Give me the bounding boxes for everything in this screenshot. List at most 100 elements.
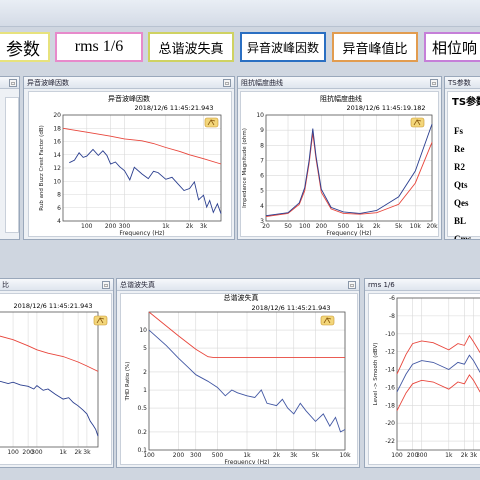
impedance-timestamp: 2018/12/6 11:45:19.182 <box>346 104 425 112</box>
crest-xlabel: Frequency (Hz) <box>119 230 164 236</box>
impedance-ytick-label: 3 <box>260 218 264 225</box>
thd-ytick-label: 0.5 <box>137 405 147 412</box>
rms-panel: rms 1/6 100 200 300 1k 2k 3k -22 -20 -18 -16 -14 -1… <box>364 278 480 468</box>
impedance-panel-close-icon[interactable]: ▫ <box>430 79 438 87</box>
impedance-xtick-label: 2k <box>373 223 381 230</box>
tab-rms[interactable]: rms 1/6 <box>55 32 143 62</box>
thd-xtick-label: 3k <box>290 452 298 459</box>
thd-plot-area: 总谐波失真 2018/12/6 11:45:21.943 100 200 300 50… <box>120 293 358 466</box>
impedance-xtick-label: 5k <box>395 223 403 230</box>
ratio-series-1 <box>0 380 99 437</box>
ts-params-panel: TS参数 TS参数 Fs Re R2 Qts Qes BL Cms <box>444 76 480 240</box>
tab-ratio-label: 异音峰值比 <box>342 41 408 57</box>
ts-content: TS参数 Fs Re R2 Qts Qes BL Cms <box>447 91 480 240</box>
ratio-panel-close-icon[interactable]: ▫ <box>102 281 110 289</box>
tab-phase[interactable]: 相位响 <box>424 32 480 62</box>
rms-ytick-label: -12 <box>385 349 395 356</box>
rms-ylabel: Level -> Smooth (dBV) <box>373 343 379 406</box>
impedance-ytick-label: 10 <box>256 112 264 119</box>
ratio-xtick-label: 3k <box>83 449 91 456</box>
impedance-ytick-label: 5 <box>260 188 264 195</box>
crest-ytick-label: 18 <box>53 125 61 132</box>
tab-params-label: 参数 <box>6 39 40 60</box>
crest-ytick-label: 4 <box>57 218 61 225</box>
impedance-panel: 阻抗幅度曲线 ▫ 阻抗幅度曲线 2018/12/6 11:45:19.182 2… <box>237 76 442 240</box>
rms-ytick-label: -8 <box>389 313 395 320</box>
rms-xtick-label: 1k <box>445 452 453 459</box>
rms-ytick-label: -22 <box>385 438 395 445</box>
crest-xtick-label: 3k <box>200 223 208 230</box>
crest-ytick-label: 6 <box>57 205 61 212</box>
left-panel-content <box>5 97 19 233</box>
crest-factor-panel: 异音波峰因数 ▫ 异音波峰因数 2018/12/6 11:45:21.943 1… <box>23 76 235 240</box>
crest-ytick-label: 10 <box>53 178 61 185</box>
rms-panel-header: rms 1/6 <box>365 279 480 291</box>
impedance-panel-header: 阻抗幅度曲线 <box>238 77 441 89</box>
thd-xlabel: Frequency (Hz) <box>224 459 269 464</box>
thd-ytick-label: 2 <box>143 369 147 376</box>
crest-ylabel: Rub and Buzz Crest Factor (dB) <box>39 125 45 210</box>
crest-panel-close-icon[interactable]: ▫ <box>223 79 231 87</box>
ts-title: TS参数 <box>452 97 480 108</box>
thd-chart: 总谐波失真 2018/12/6 11:45:21.943 100 200 300 50… <box>125 293 351 466</box>
tab-peak-ratio[interactable]: 异音峰值比 <box>332 32 418 62</box>
impedance-ytick-label: 4 <box>260 203 264 210</box>
tab-params[interactable]: 参数 <box>0 32 50 62</box>
peak-ratio-chart: 2018/12/6 11:45:21.943 100 200300 1k 2k 3k <box>0 302 108 456</box>
ts-param-bl: BL <box>454 216 467 226</box>
crest-ytick-label: 16 <box>53 139 61 146</box>
thd-logo-icon <box>320 315 335 326</box>
left-partial-panel: ▫ <box>0 76 20 240</box>
crest-factor-chart: 异音波峰因数 2018/12/6 11:45:21.943 100 200 300 1… <box>39 94 222 237</box>
tab-rms-label: rms 1/6 <box>74 38 124 55</box>
ts-param-r2: R2 <box>454 162 465 172</box>
ratio-plot-area: 2018/12/6 11:45:21.943 100 200 300 1k 2k 3k <box>0 293 112 465</box>
crest-ytick-label: 20 <box>53 112 61 119</box>
ratio-logo-icon <box>93 315 108 326</box>
rms-xtick-label: 2k <box>461 452 469 459</box>
ts-param-cms: Cms <box>454 234 472 240</box>
thd-panel-header: 总谐波失真 <box>117 279 359 291</box>
impedance-ytick-label: 7 <box>260 157 264 164</box>
left-panel-close-icon[interactable]: ▫ <box>9 79 17 87</box>
impedance-ytick-label: 6 <box>260 173 264 180</box>
crest-ytick-label: 14 <box>53 152 61 159</box>
impedance-chart-title: 阻抗幅度曲线 <box>320 94 362 103</box>
tab-thd[interactable]: 总谐波失真 <box>148 32 234 62</box>
rms-ytick-label: -16 <box>385 384 395 391</box>
rms-series-1 <box>396 354 480 393</box>
crest-xtick-label: 100 <box>81 223 93 230</box>
ts-panel-header: TS参数 <box>445 77 480 89</box>
crest-ytick-label: 8 <box>57 192 61 199</box>
thd-ylabel: THD Ratio (%) <box>125 362 131 402</box>
impedance-xtick-label: 50 <box>284 223 292 230</box>
impedance-xtick-label: 100 <box>299 223 311 230</box>
rms-xtick-label: 3k <box>470 452 478 459</box>
rms-xtick-label: 100 <box>391 452 403 459</box>
crest-xtick-label: 300 <box>119 223 131 230</box>
impedance-xtick-label: 500 <box>338 223 350 230</box>
thd-xtick-label: 300 <box>190 452 202 459</box>
window-top-strip <box>0 0 480 27</box>
crest-xtick-label: 1k <box>162 223 170 230</box>
ratio-timestamp: 2018/12/6 11:45:21.943 <box>13 302 92 310</box>
tab-crest-factor[interactable]: 异音波峰因数 <box>240 32 326 62</box>
impedance-ylabel: Impedance Magnitude (ohm) <box>242 128 248 208</box>
impedance-logo-icon <box>410 117 425 128</box>
ts-param-qts: Qts <box>454 180 468 190</box>
tab-thd-label: 总谐波失真 <box>158 41 224 57</box>
ratio-xtick-label: 2k <box>74 449 82 456</box>
thd-xtick-label: 200 <box>173 452 185 459</box>
impedance-xtick-label: 1k <box>356 223 364 230</box>
thd-ytick-label: 5 <box>143 345 147 352</box>
crest-plot-area: 异音波峰因数 2018/12/6 11:45:21.943 100 200 300 1… <box>28 91 232 237</box>
impedance-ytick-label: 8 <box>260 142 264 149</box>
thd-panel: 总谐波失真 ▫ 总谐波失真 2018/12/6 11:45:21.943 10 0… <box>116 278 360 468</box>
rms-ytick-label: -14 <box>385 367 395 374</box>
thd-panel-close-icon[interactable]: ▫ <box>348 281 356 289</box>
thd-xtick-label: 1k <box>243 452 251 459</box>
impedance-series-1 <box>265 123 433 217</box>
rms-ytick-label: -10 <box>385 331 395 338</box>
impedance-plot-frame <box>265 114 433 222</box>
ts-param-qes: Qes <box>454 198 469 208</box>
